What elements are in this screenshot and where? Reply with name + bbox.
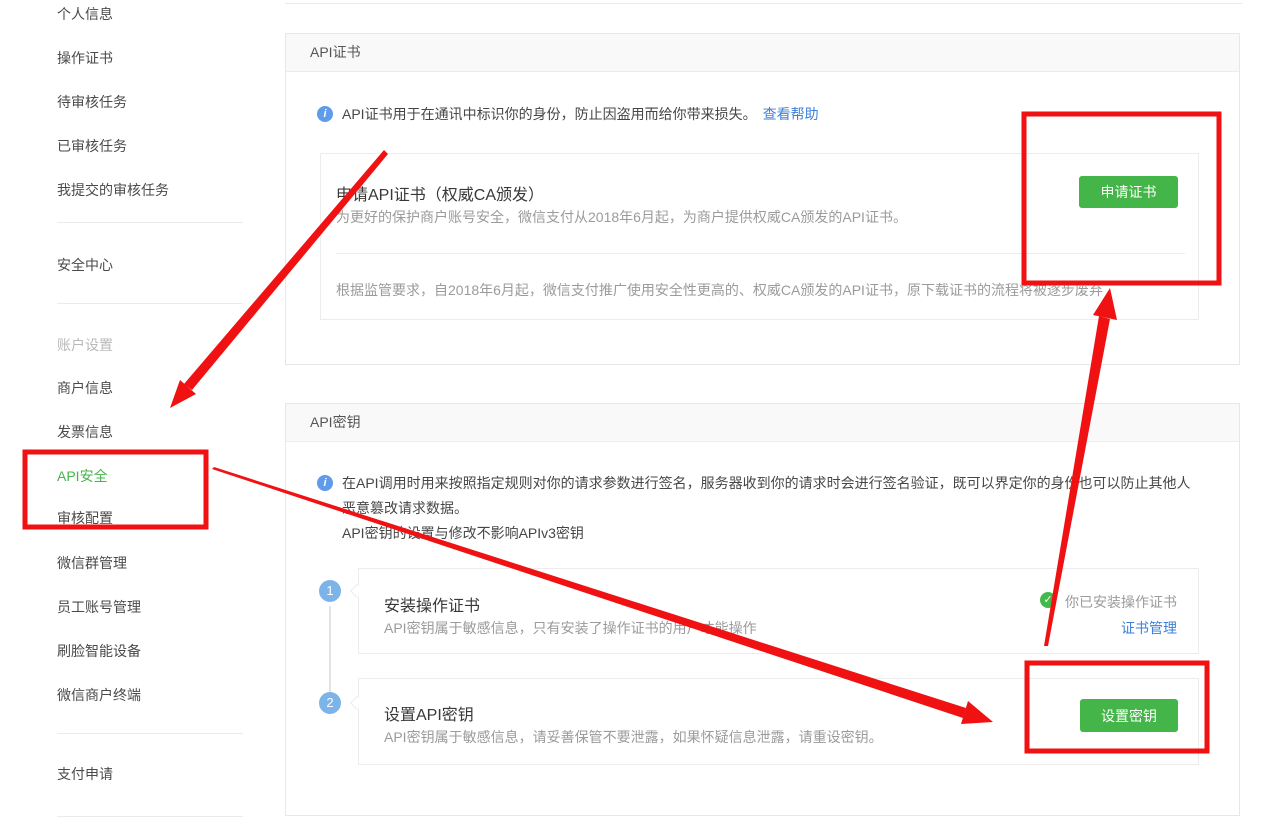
annotation-arrow-to-api-security-head	[170, 380, 196, 408]
content-top-divider	[285, 3, 1242, 4]
api-cert-info-text: API证书用于在通讯中标识你的身份，防止因盗用而给你带来损失。	[342, 105, 757, 123]
api-key-info-line1: 在API调用时用来按照指定规则对你的请求参数进行签名，服务器收到你的请求时会进行…	[342, 474, 1191, 492]
install-cert-title: 安装操作证书	[384, 592, 480, 616]
sidebar-item-staff-account[interactable]: 员工账号管理	[57, 597, 141, 617]
sidebar-item-face-device[interactable]: 刷脸智能设备	[57, 641, 141, 661]
sidebar-item-reviewed[interactable]: 已审核任务	[57, 136, 127, 156]
sidebar-item-invoice-info[interactable]: 发票信息	[57, 422, 113, 442]
install-cert-desc: API密钥属于敏感信息，只有安装了操作证书的用户才能操作	[384, 618, 757, 638]
sidebar-section-account-settings: 账户设置	[57, 335, 113, 355]
apply-cert-card-divider	[336, 253, 1185, 254]
apply-cert-card: 申请API证书（权威CA颁发） 为更好的保护商户账号安全，微信支付从2018年6…	[320, 153, 1199, 320]
step-2-badge: 2	[319, 692, 341, 714]
api-key-panel-title: API密钥	[286, 404, 1239, 442]
api-key-info-line2: 恶意篡改请求数据。	[342, 499, 468, 517]
set-api-key-card: 设置API密钥 API密钥属于敏感信息，请妥善保管不要泄露，如果怀疑信息泄露，请…	[358, 678, 1199, 765]
sidebar-divider	[57, 733, 243, 734]
set-api-key-button[interactable]: 设置密钥	[1080, 699, 1178, 732]
sidebar-item-wechat-group[interactable]: 微信群管理	[57, 553, 127, 573]
sidebar-item-review-config[interactable]: 审核配置	[57, 508, 113, 528]
api-key-info-line3: API密钥的设置与修改不影响APIv3密钥	[342, 524, 584, 542]
sidebar-item-pending-review[interactable]: 待审核任务	[57, 92, 127, 112]
api-cert-info-row: i API证书用于在通讯中标识你的身份，防止因盗用而给你带来损失。 查看帮助	[317, 105, 1197, 123]
annotation-rect-api-security	[25, 452, 206, 527]
sidebar-item-merchant-info[interactable]: 商户信息	[57, 378, 113, 398]
apply-cert-card-title: 申请API证书（权威CA颁发）	[336, 181, 544, 205]
sidebar-divider	[57, 222, 243, 223]
apply-cert-button[interactable]: 申请证书	[1079, 176, 1178, 208]
sidebar-item-security-center[interactable]: 安全中心	[57, 255, 113, 275]
cert-installed-status: 你已安装操作证书	[1062, 592, 1177, 612]
apply-cert-card-note: 根据监管要求，自2018年6月起，微信支付推广使用安全性更高的、权威CA颁发的A…	[336, 280, 1103, 300]
cert-manage-link[interactable]: 证书管理	[1121, 618, 1177, 638]
apply-cert-card-desc: 为更好的保护商户账号安全，微信支付从2018年6月起，为商户提供权威CA颁发的A…	[336, 207, 907, 227]
api-key-info-row: i 在API调用时用来按照指定规则对你的请求参数进行签名，服务器收到你的请求时会…	[317, 474, 1217, 492]
api-cert-panel-title: API证书	[286, 34, 1239, 72]
info-icon: i	[317, 475, 333, 491]
sidebar-divider	[57, 816, 243, 817]
sidebar-item-api-security[interactable]: API安全	[57, 466, 108, 486]
page: 个人信息 操作证书 待审核任务 已审核任务 我提交的审核任务 安全中心 账户设置…	[0, 0, 1275, 818]
step-1-badge: 1	[319, 580, 341, 602]
step-connector	[329, 606, 331, 698]
sidebar-item-my-submitted[interactable]: 我提交的审核任务	[57, 180, 169, 200]
info-icon: i	[317, 106, 333, 122]
sidebar-divider	[57, 303, 243, 304]
set-api-key-title: 设置API密钥	[384, 701, 474, 725]
check-icon: ✓	[1040, 592, 1056, 608]
sidebar-item-operation-cert[interactable]: 操作证书	[57, 48, 113, 68]
sidebar-item-payment-apply[interactable]: 支付申请	[57, 764, 113, 784]
view-help-link[interactable]: 查看帮助	[763, 105, 819, 123]
sidebar-item-personal-info[interactable]: 个人信息	[57, 4, 113, 24]
set-api-key-desc: API密钥属于敏感信息，请妥善保管不要泄露，如果怀疑信息泄露，请重设密钥。	[384, 727, 883, 747]
sidebar-item-merchant-terminal[interactable]: 微信商户终端	[57, 685, 141, 705]
